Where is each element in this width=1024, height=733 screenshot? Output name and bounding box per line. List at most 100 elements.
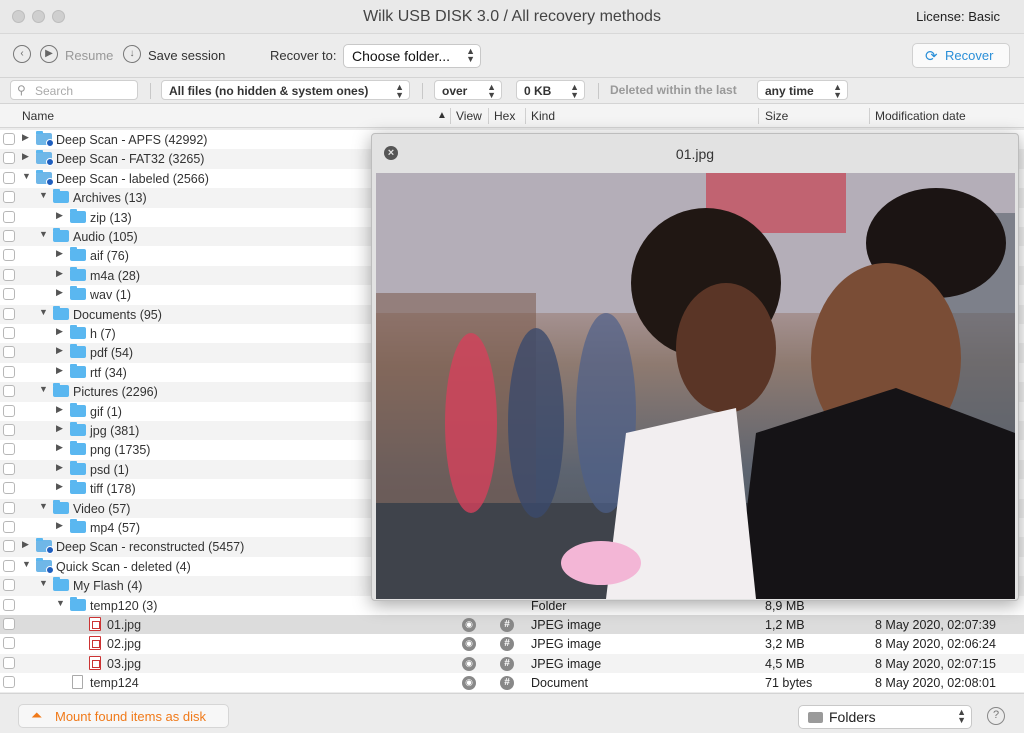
row-label: png (1735) — [90, 443, 151, 458]
disclosure-collapsed-icon[interactable]: ▶ — [56, 462, 63, 473]
disclosure-collapsed-icon[interactable]: ▶ — [56, 520, 63, 531]
table-row[interactable]: 03.jpg ◉ # JPEG image 4,5 MB 8 May 2020, 02:0… — [0, 653, 1024, 674]
row-checkbox[interactable] — [3, 365, 15, 378]
row-checkbox[interactable] — [3, 521, 15, 533]
disclosure-expanded-icon[interactable]: ▼ — [56, 598, 65, 608]
row-checkbox[interactable] — [3, 307, 15, 320]
file-type-filter-select[interactable]: All files (no hidden & system ones) ▲ ▼ — [161, 80, 410, 100]
row-checkbox[interactable] — [3, 210, 15, 223]
row-checkbox[interactable] — [3, 133, 15, 145]
save-session-download-icon[interactable]: ↓ — [123, 45, 141, 63]
row-checkbox[interactable] — [3, 540, 15, 553]
row-checkbox[interactable] — [3, 385, 15, 398]
resume-play-icon[interactable]: ▶ — [40, 45, 58, 63]
disclosure-collapsed-icon[interactable]: ▶ — [56, 345, 63, 356]
disclosure-expanded-icon[interactable]: ▼ — [39, 384, 48, 394]
row-checkbox[interactable] — [3, 462, 15, 475]
disclosure-collapsed-icon[interactable]: ▶ — [56, 365, 63, 376]
resume-button[interactable]: Resume — [65, 48, 113, 63]
column-kind[interactable]: Kind — [531, 109, 555, 123]
disclosure-collapsed-icon[interactable]: ▶ — [56, 423, 63, 434]
disclosure-collapsed-icon[interactable]: ▶ — [56, 442, 63, 453]
help-icon[interactable]: ? — [987, 707, 1005, 725]
disclosure-expanded-icon[interactable]: ▼ — [39, 578, 48, 588]
row-checkbox[interactable] — [3, 618, 15, 630]
row-checkbox[interactable] — [3, 249, 15, 262]
row-label: Video (57) — [73, 501, 131, 516]
disclosure-collapsed-icon[interactable]: ▶ — [56, 404, 63, 415]
row-label: jpg (381) — [90, 424, 140, 438]
disclosure-collapsed-icon[interactable]: ▶ — [56, 326, 63, 337]
column-modification-date[interactable]: Modification date — [875, 109, 966, 123]
disclosure-collapsed-icon[interactable]: ▶ — [22, 151, 29, 162]
disclosure-collapsed-icon[interactable]: ▶ — [56, 481, 63, 492]
table-row[interactable]: temp124 ◉ # Document 71 bytes 8 May 2020, 02:… — [0, 673, 1024, 692]
title-bar: Wilk USB DISK 3.0 / All recovery methods… — [0, 0, 1024, 34]
hex-view-icon[interactable]: # — [500, 676, 514, 691]
back-arrow-icon[interactable]: ‹ — [13, 45, 31, 63]
hex-view-icon[interactable]: # — [500, 637, 514, 652]
time-range-select[interactable]: any time ▲ ▼ — [757, 80, 848, 100]
row-checkbox[interactable] — [3, 656, 15, 669]
row-checkbox[interactable] — [3, 230, 15, 242]
sort-ascending-icon[interactable]: ▲ — [437, 110, 447, 121]
disclosure-collapsed-icon[interactable]: ▶ — [56, 210, 63, 221]
row-checkbox[interactable] — [3, 288, 15, 301]
table-row[interactable]: 01.jpg ◉ # JPEG image 1,2 MB 8 May 2020, 02:0… — [0, 615, 1024, 635]
row-checkbox[interactable] — [3, 443, 15, 456]
column-name[interactable]: Name — [22, 109, 54, 123]
view-eye-icon[interactable]: ◉ — [462, 656, 476, 671]
view-mode-value: Folders — [829, 709, 876, 725]
view-eye-icon[interactable]: ◉ — [462, 618, 476, 632]
size-value-select[interactable]: 0 KB ▲ ▼ — [516, 80, 585, 100]
recover-button[interactable]: ⟳ Recover — [912, 43, 1010, 68]
row-checkbox[interactable] — [3, 637, 15, 650]
column-hex[interactable]: Hex — [494, 109, 515, 123]
view-eye-icon[interactable]: ◉ — [462, 637, 476, 652]
size-operator-select[interactable]: over ▲ ▼ — [434, 80, 502, 100]
row-modified: 8 May 2020, 02:06:24 — [875, 637, 996, 652]
disclosure-expanded-icon[interactable]: ▼ — [22, 559, 31, 569]
disclosure-collapsed-icon[interactable]: ▶ — [22, 539, 29, 550]
view-eye-icon[interactable]: ◉ — [462, 676, 476, 691]
row-checkbox[interactable] — [3, 482, 15, 495]
row-checkbox[interactable] — [3, 404, 15, 417]
disclosure-collapsed-icon[interactable]: ▶ — [56, 268, 63, 279]
deleted-within-label: Deleted within the last — [610, 83, 737, 97]
row-kind: JPEG image — [531, 618, 602, 632]
disclosure-expanded-icon[interactable]: ▼ — [39, 307, 48, 317]
disclosure-expanded-icon[interactable]: ▼ — [39, 190, 48, 200]
column-size[interactable]: Size — [765, 109, 788, 123]
row-checkbox[interactable] — [3, 327, 15, 339]
recover-to-select[interactable]: Choose folder... ▲ ▼ — [343, 44, 481, 68]
table-row[interactable]: 02.jpg ◉ # JPEG image 3,2 MB 8 May 2020, 02:0… — [0, 634, 1024, 653]
row-label: Deep Scan - labeled (2566) — [56, 171, 209, 186]
save-session-button[interactable]: Save session — [148, 48, 225, 63]
row-checkbox[interactable] — [3, 268, 15, 281]
column-view[interactable]: View — [456, 109, 482, 123]
folder-icon — [70, 266, 86, 281]
row-checkbox[interactable] — [3, 501, 15, 514]
disclosure-expanded-icon[interactable]: ▼ — [39, 229, 48, 239]
row-checkbox[interactable] — [3, 152, 15, 165]
row-checkbox[interactable] — [3, 191, 15, 204]
disclosure-collapsed-icon[interactable]: ▶ — [56, 287, 63, 298]
row-checkbox[interactable] — [3, 424, 15, 436]
row-checkbox[interactable] — [3, 598, 15, 611]
row-checkbox[interactable] — [3, 171, 15, 184]
disclosure-expanded-icon[interactable]: ▼ — [22, 171, 31, 181]
row-checkbox[interactable] — [3, 676, 15, 689]
row-checkbox[interactable] — [3, 579, 15, 592]
disclosure-expanded-icon[interactable]: ▼ — [39, 501, 48, 511]
search-input[interactable]: ⚲ Search — [10, 80, 138, 100]
disclosure-collapsed-icon[interactable]: ▶ — [22, 132, 29, 143]
disclosure-collapsed-icon[interactable]: ▶ — [56, 248, 63, 259]
mount-found-items-button[interactable]: ⏶ Mount found items as disk — [18, 704, 229, 728]
hex-view-icon[interactable]: # — [500, 656, 514, 671]
hex-view-icon[interactable]: # — [500, 618, 514, 632]
view-mode-select[interactable]: Folders ▲ ▼ — [798, 705, 972, 729]
search-placeholder: Search — [35, 84, 74, 98]
row-label: Documents (95) — [73, 307, 162, 322]
row-checkbox[interactable] — [3, 559, 15, 572]
row-checkbox[interactable] — [3, 346, 15, 359]
